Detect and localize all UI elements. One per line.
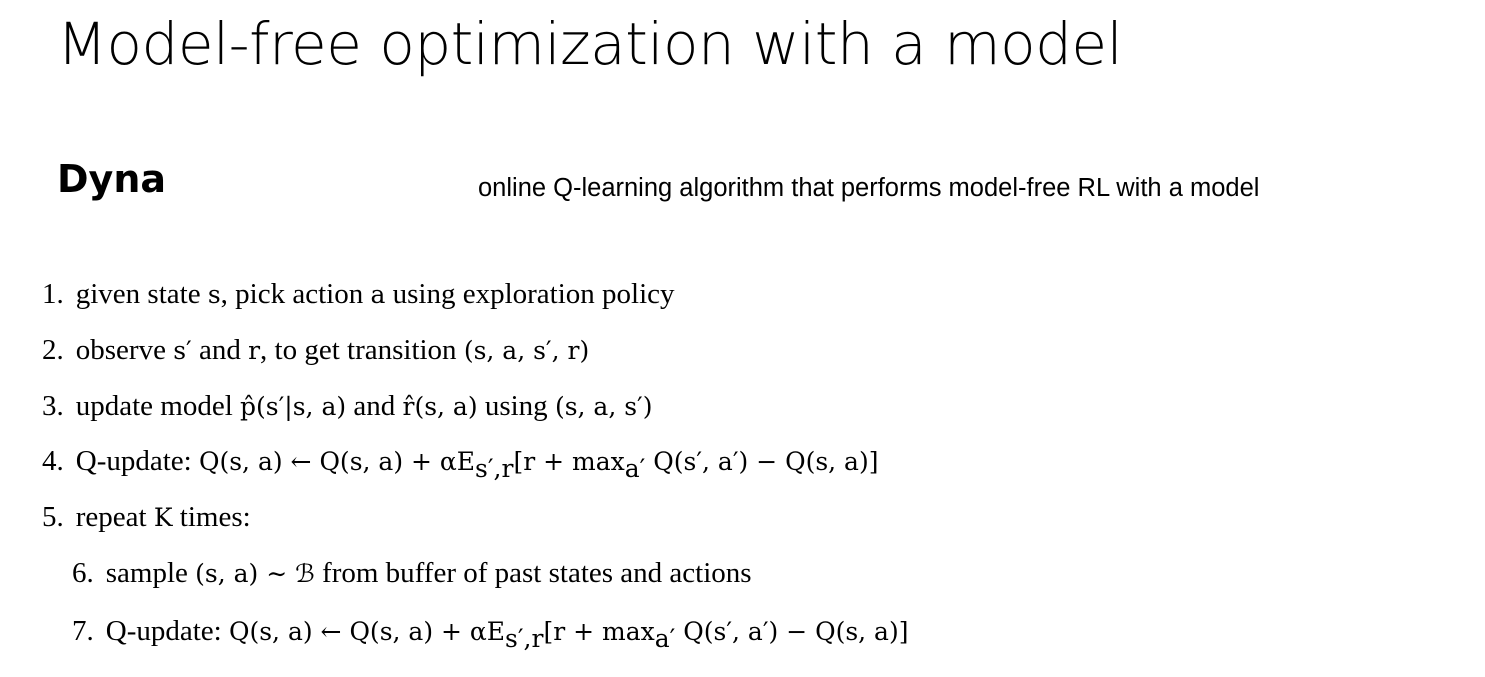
step-text: using exploration policy [385, 278, 675, 310]
step-text: Q-update: [105, 615, 229, 647]
step-text: Q-update: [75, 445, 199, 477]
step-number: 1. [42, 278, 64, 310]
step-text: update model [75, 390, 241, 422]
step-6: 6. sample (s, a) ∼ ℬ from buffer of past … [72, 559, 752, 588]
math-expression: (s, a, s′, r) [463, 336, 590, 365]
algorithm-steps: 1. given state s, pick action a using exp… [0, 0, 1485, 677]
math-subscript: s′,r [475, 453, 514, 483]
math-expression: (s, a, s′) [554, 392, 653, 421]
step-number: 7. [72, 615, 94, 647]
step-text: and [191, 334, 249, 366]
math-subscript: s′,r [505, 623, 544, 653]
math-expression: K [153, 503, 173, 532]
math-expression: r [248, 336, 261, 365]
math-expression: s′ [173, 336, 192, 365]
math-expression: [r + max [513, 447, 625, 476]
step-number: 3. [42, 390, 64, 422]
step-text: sample [105, 557, 196, 589]
step-text: and [346, 390, 403, 422]
step-number: 6. [72, 557, 94, 589]
math-expression: Q(s, a) ← Q(s, a) + αE [228, 617, 506, 646]
step-text: , to get transition [260, 334, 464, 366]
math-expression: r̂(s, a) [402, 392, 478, 421]
step-text: from buffer of past states and actions [314, 557, 752, 589]
math-expression: s [207, 280, 221, 309]
step-number: 4. [42, 445, 64, 477]
math-expression: Q(s, a) ← Q(s, a) + αE [198, 447, 476, 476]
step-number: 5. [42, 501, 64, 533]
step-text: observe [75, 334, 174, 366]
math-subscript: a′ [624, 453, 646, 483]
step-text: repeat [75, 501, 154, 533]
step-text: times: [172, 501, 251, 533]
step-3: 3. update model p̂(s′|s, a) and r̂(s, a) … [42, 392, 652, 421]
math-subscript: a′ [654, 623, 676, 653]
step-5: 5. repeat K times: [42, 503, 251, 532]
math-expression: Q(s′, a′) − Q(s, a)] [675, 617, 909, 646]
math-expression: [r + max [543, 617, 655, 646]
step-4: 4. Q-update: Q(s, a) ← Q(s, a) + αEs′,r[r… [42, 445, 879, 481]
step-1: 1. given state s, pick action a using exp… [42, 280, 675, 309]
math-expression: p̂(s′|s, a) [240, 392, 347, 421]
step-text: , pick action [220, 278, 371, 310]
step-text: given state [75, 278, 208, 310]
step-text: using [477, 390, 555, 422]
math-expression: a [370, 280, 386, 309]
step-2: 2. observe s′ and r, to get transition (s… [42, 336, 589, 365]
step-7: 7. Q-update: Q(s, a) ← Q(s, a) + αEs′,r[r… [72, 615, 909, 651]
math-expression: (s, a) ∼ ℬ [195, 559, 315, 588]
math-expression: Q(s′, a′) − Q(s, a)] [645, 447, 879, 476]
step-number: 2. [42, 334, 64, 366]
